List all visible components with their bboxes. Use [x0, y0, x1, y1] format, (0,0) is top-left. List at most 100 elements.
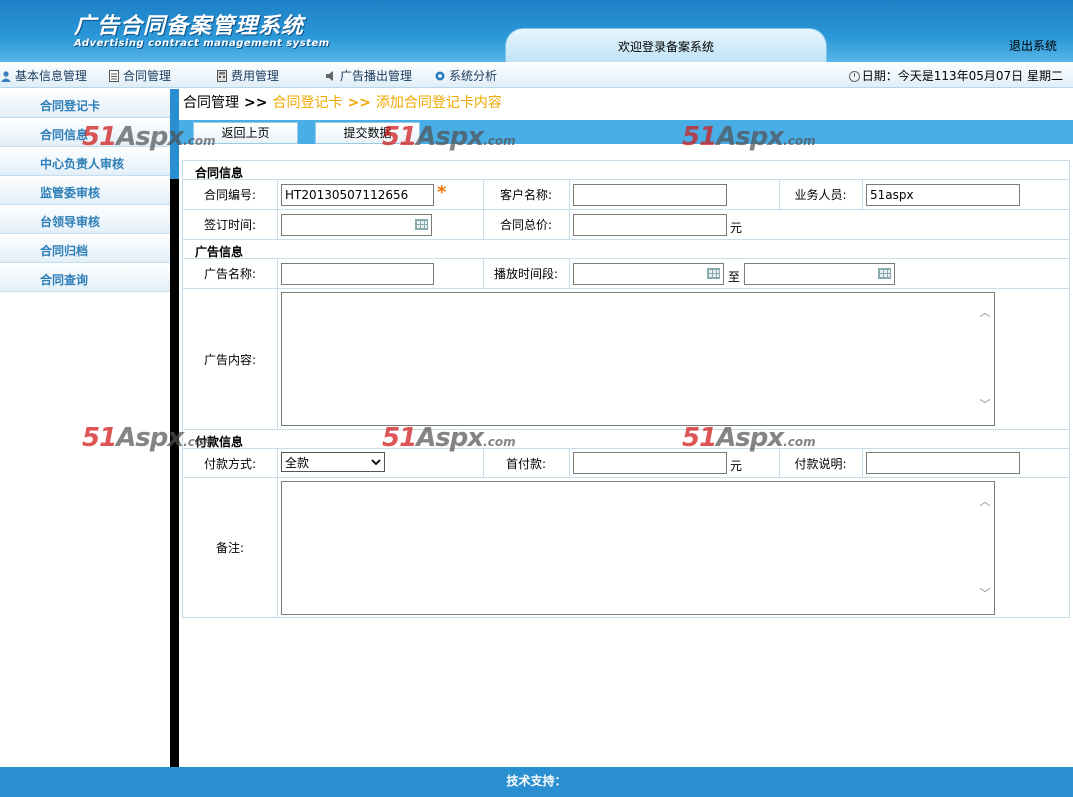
section-header-payment: 付款信息: [182, 429, 1070, 449]
breadcrumb-current: 添加合同登记卡内容: [375, 95, 502, 111]
calendar-icon[interactable]: [415, 219, 428, 230]
contract-no-input[interactable]: [281, 184, 434, 206]
breadcrumb-separator: >>: [347, 95, 371, 111]
required-mark: *: [437, 182, 447, 203]
remarks-label: 备注:: [215, 541, 245, 555]
total-price-input[interactable]: [573, 214, 727, 236]
play-start-input[interactable]: [573, 263, 724, 285]
header-banner: 广告合同备案管理系统 Advertising contract manageme…: [0, 0, 1073, 62]
action-toolbar: 返回上页 提交数据: [179, 120, 1073, 144]
payment-method-label: 付款方式:: [203, 456, 257, 471]
sidebar-item-label: 中心负责人审核: [40, 157, 125, 171]
sidebar-item-label: 合同登记卡: [40, 99, 101, 113]
menu-item-label: 费用管理: [231, 69, 280, 83]
calculator-icon: [217, 70, 227, 82]
sign-time-input[interactable]: [281, 214, 432, 236]
play-end-input[interactable]: [744, 263, 895, 285]
sidebar-item-query[interactable]: 合同查询: [0, 263, 170, 292]
customer-label: 客户名称:: [499, 188, 553, 202]
salesperson-input[interactable]: [866, 184, 1020, 206]
sidebar-divider[interactable]: [170, 89, 179, 767]
form-row-contract-1: 合同编号: * 客户名称: 业务人员:: [182, 179, 1070, 209]
menu-item-ad-broadcast[interactable]: 广告播出管理: [325, 67, 412, 84]
back-button[interactable]: 返回上页: [193, 122, 298, 144]
welcome-text: 欢迎登录备案系统: [617, 40, 714, 54]
form-row-ad-1: 广告名称: 播放时间段: 至: [182, 258, 1070, 288]
system-subtitle: Advertising contract management system: [74, 38, 330, 49]
welcome-tab: 欢迎登录备案系统: [505, 28, 827, 62]
menu-item-label: 广告播出管理: [340, 69, 413, 83]
speaker-icon: [326, 71, 333, 81]
user-icon: [1, 71, 11, 82]
form-row-remarks: 备注: ︿ ﹀: [182, 477, 1070, 618]
calendar-icon[interactable]: [707, 268, 720, 279]
first-payment-label: 首付款:: [505, 456, 547, 471]
section-header-contract: 合同信息: [182, 160, 1070, 180]
scroll-down-icon[interactable]: ﹀: [979, 399, 991, 410]
sidebar-item-contract-info[interactable]: 合同信息: [0, 118, 170, 147]
breadcrumb-contract-card[interactable]: 合同登记卡: [272, 95, 342, 111]
sidebar-item-label: 监管委审核: [40, 186, 101, 200]
payment-note-label: 付款说明:: [794, 456, 847, 471]
system-title: 广告合同备案管理系统: [74, 14, 305, 39]
scroll-down-icon[interactable]: ﹀: [979, 588, 991, 599]
payment-note-input[interactable]: [866, 452, 1020, 474]
contract-form: 合同信息 合同编号: * 客户名称: 业务人员: 签订时间:: [182, 160, 1070, 618]
sidebar-item-supervision-review[interactable]: 监管委审核: [0, 176, 170, 205]
scroll-up-icon[interactable]: ︿: [979, 307, 991, 318]
sidebar-item-leader-review[interactable]: 台领导审核: [0, 205, 170, 234]
menu-item-label: 基本信息管理: [15, 69, 88, 83]
contract-no-label: 合同编号:: [203, 188, 257, 202]
sidebar-item-contract-card[interactable]: 合同登记卡: [0, 89, 170, 118]
top-menu-bar: 基本信息管理 合同管理 费用管理 广告播出管理 系统分析 日期：今天是113年0…: [0, 62, 1073, 88]
sidebar-item-label: 合同查询: [40, 273, 89, 287]
sidebar: 合同登记卡 合同信息 中心负责人审核 监管委审核 台领导审核 合同归档 合同查询: [0, 89, 170, 767]
total-price-label: 合同总价:: [499, 218, 553, 232]
menu-item-label: 合同管理: [123, 69, 172, 83]
sidebar-item-label: 合同信息: [40, 128, 89, 142]
form-row-ad-content: 广告内容: ︿ ﹀: [182, 288, 1070, 429]
menu-item-label: 系统分析: [449, 69, 498, 83]
ad-content-label: 广告内容:: [203, 352, 257, 367]
form-row-payment-1: 付款方式: 全款 首付款: 元 付款说明:: [182, 448, 1070, 477]
clock-icon: [848, 71, 860, 82]
section-header-ad: 广告信息: [182, 239, 1070, 259]
play-period-label: 播放时间段:: [493, 267, 559, 281]
sidebar-item-label: 台领导审核: [40, 215, 101, 229]
sidebar-item-label: 合同归档: [40, 244, 89, 258]
remarks-textarea[interactable]: ︿ ﹀: [281, 481, 995, 615]
calendar-icon[interactable]: [878, 268, 891, 279]
to-label: 至: [728, 270, 741, 284]
chevron-down-icon: [371, 459, 381, 466]
payment-method-select[interactable]: 全款: [281, 452, 385, 472]
app-window: 广告合同备案管理系统 Advertising contract manageme…: [0, 0, 1073, 797]
salesperson-label: 业务人员:: [794, 188, 847, 202]
menu-item-contract[interactable]: 合同管理: [108, 67, 171, 84]
ad-name-label: 广告名称:: [203, 267, 257, 281]
gear-icon: [435, 71, 445, 81]
breadcrumb: 合同管理 >> 合同登记卡 >> 添加合同登记卡内容: [183, 92, 502, 112]
currency-unit: 元: [730, 459, 743, 473]
scroll-up-icon[interactable]: ︿: [979, 496, 991, 507]
footer-bar: 技术支持：: [0, 767, 1073, 797]
payment-method-value: 全款: [285, 456, 310, 470]
date-text: 日期：今天是113年05月07日 星期二: [861, 69, 1063, 83]
customer-input[interactable]: [573, 184, 727, 206]
main-content: 合同管理 >> 合同登记卡 >> 添加合同登记卡内容 返回上页 提交数据 合同信息 合同…: [179, 89, 1073, 767]
submit-button[interactable]: 提交数据: [315, 122, 420, 144]
first-payment-input[interactable]: [573, 452, 727, 474]
currency-unit: 元: [730, 221, 743, 235]
menu-item-basic-info[interactable]: 基本信息管理: [0, 67, 87, 84]
breadcrumb-separator: >>: [244, 95, 268, 111]
menu-item-fees[interactable]: 费用管理: [216, 67, 279, 84]
sign-time-label: 签订时间:: [203, 218, 257, 232]
sidebar-item-center-review[interactable]: 中心负责人审核: [0, 147, 170, 176]
ad-content-textarea[interactable]: ︿ ﹀: [281, 292, 995, 426]
ad-name-input[interactable]: [281, 263, 434, 285]
logout-link[interactable]: 退出系统: [1009, 37, 1057, 54]
date-display: 日期：今天是113年05月07日 星期二: [848, 67, 1063, 84]
sidebar-item-archive[interactable]: 合同归档: [0, 234, 170, 263]
menu-item-system-analysis[interactable]: 系统分析: [434, 67, 497, 84]
document-icon: [109, 70, 119, 82]
form-row-contract-2: 签订时间: 合同总价: 元: [182, 209, 1070, 239]
